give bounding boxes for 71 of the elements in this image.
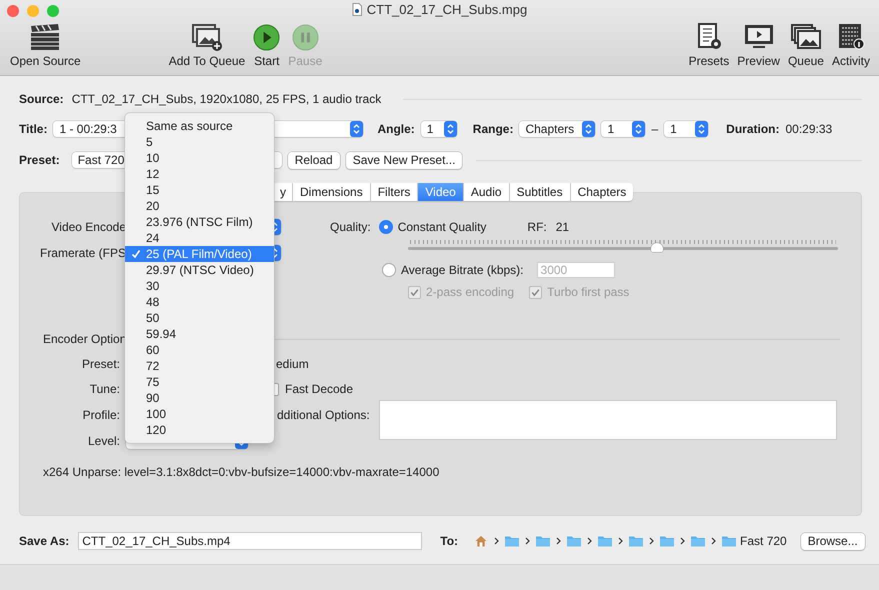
range-separator: –	[651, 122, 658, 136]
menu-item[interactable]: 15	[125, 182, 274, 198]
range-end-select[interactable]: 1	[664, 121, 708, 137]
menu-item[interactable]: 59.94	[125, 326, 274, 342]
toolbar-button[interactable]: Activity	[828, 23, 874, 72]
checkbox-label: 2-pass encoding	[426, 285, 514, 299]
menu-item[interactable]: 29.97 (NTSC Video)	[125, 262, 274, 278]
menu-item[interactable]: 100	[125, 406, 274, 422]
menu-item[interactable]: 24	[125, 230, 274, 246]
save-as-label: Save As:	[19, 534, 70, 548]
toolbar-button[interactable]: Queue	[784, 23, 828, 72]
tab[interactable]: Subtitles	[510, 183, 571, 201]
tune-label: Tune:	[88, 382, 120, 396]
checkbox-label: Fast Decode	[285, 382, 354, 396]
preset-label: Preset:	[19, 153, 60, 167]
framerate-label: Framerate (FPS	[43, 246, 126, 260]
title-label: Title:	[19, 122, 48, 136]
preset-button[interactable]: Save New Preset...	[346, 152, 462, 168]
checkbox-label: Turbo first pass	[547, 285, 630, 299]
range-select[interactable]: Chapters	[519, 121, 596, 137]
menu-item[interactable]: 30	[125, 278, 274, 294]
menu-item[interactable]: 120	[125, 422, 274, 438]
menu-item[interactable]: 10	[125, 150, 274, 166]
menu-item[interactable]: 5	[125, 134, 274, 150]
tab[interactable]: Filters	[370, 183, 418, 201]
menu-item[interactable]: 23.976 (NTSC Film)	[125, 214, 274, 230]
toolbar-button[interactable]: Start	[249, 24, 284, 72]
toolbar-button[interactable]: Presets	[684, 23, 734, 72]
menu-item[interactable]: 48	[125, 294, 274, 310]
menu-item[interactable]: 75	[125, 374, 274, 390]
quality-label: Quality:	[330, 220, 371, 234]
angle-select[interactable]: 1	[420, 121, 457, 137]
source-info: CTT_02_17_CH_Subs, 1920x1080, 25 FPS, 1 audio track	[72, 92, 382, 106]
duration-label: Duration:	[726, 122, 780, 136]
source-label: Source:	[19, 92, 64, 106]
option-label: Constant Quality	[398, 220, 486, 234]
preset-value: edium	[276, 357, 309, 371]
duration-value: 00:29:33	[785, 122, 832, 136]
menu-item[interactable]: 60	[125, 342, 274, 358]
preset-button[interactable]: Reload	[288, 152, 340, 168]
rf-value: 21	[556, 220, 570, 234]
additional-options-label: dditional Options:	[277, 408, 369, 422]
menu-item[interactable]: 90	[125, 390, 274, 406]
toolbar-button[interactable]: Preview	[733, 23, 784, 72]
browse-button[interactable]: Browse...	[800, 532, 865, 550]
menu-item[interactable]: 25 (PAL Film/Video)	[125, 246, 274, 262]
level-label: Level:	[86, 434, 120, 448]
toolbar-button[interactable]: Open Source	[6, 23, 85, 72]
menu-item[interactable]: 20	[125, 198, 274, 214]
to-label: To:	[440, 534, 458, 548]
angle-label: Angle:	[377, 122, 415, 136]
menu-item[interactable]: 50	[125, 310, 274, 326]
rf-label: RF:	[527, 220, 547, 234]
option-label: Average Bitrate (kbps):	[401, 263, 524, 277]
toolbar-button[interactable]: Add To Queue	[164, 23, 250, 72]
tab[interactable]: y	[274, 183, 293, 201]
tab[interactable]: Chapters	[570, 183, 634, 201]
path-item[interactable]: Fast 720	[740, 534, 787, 548]
video-encoder-label: Video Encode	[50, 220, 126, 234]
menu-item[interactable]: Same as source	[125, 118, 274, 134]
range-label: Range:	[472, 122, 514, 136]
tab[interactable]: Audio	[464, 183, 510, 201]
tab[interactable]: Dimensions	[293, 183, 371, 201]
unparse-text: x264 Unparse: level=3.1:8x8dct=0:vbv-bufsize=14000:vbv-maxrate=14000	[43, 465, 440, 479]
window-title: CTT_02_17_CH_Subs.mpg	[366, 2, 528, 17]
preset-label: Preset:	[80, 357, 120, 371]
file-name-field[interactable]: CTT_02_17_CH_Subs.mp4	[78, 532, 422, 550]
range-start-select[interactable]: 1	[601, 121, 646, 137]
menu-item[interactable]: 12	[125, 166, 274, 182]
menu-item[interactable]: 72	[125, 358, 274, 374]
profile-label: Profile:	[82, 408, 120, 422]
